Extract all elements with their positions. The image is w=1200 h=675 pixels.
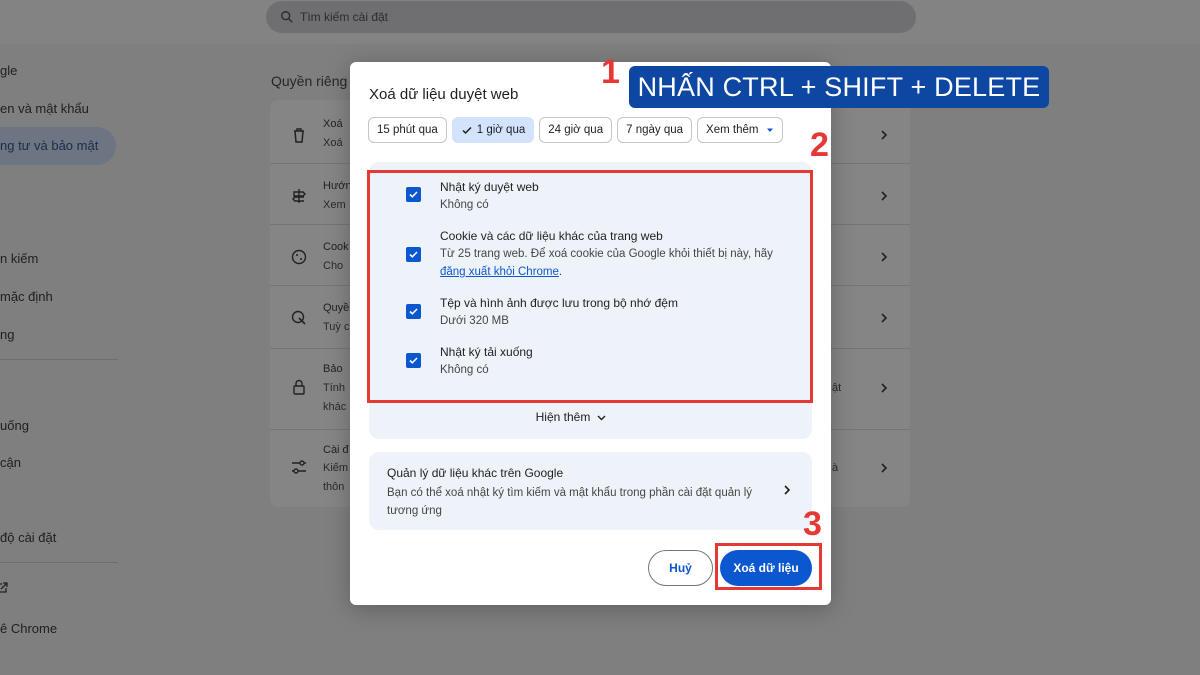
time-range-chips: 15 phút qua 1 giờ qua 24 giờ qua 7 ngày … <box>368 117 784 143</box>
sidebar-item-default-browser[interactable]: mặc định <box>0 289 53 304</box>
search-icon <box>281 11 293 23</box>
trash-icon <box>294 128 304 143</box>
chevron-down-icon <box>597 415 606 420</box>
manage-google-data-row[interactable]: Quản lý dữ liệu khác trên Google Bạn có … <box>369 452 812 530</box>
chip-24-hours[interactable]: 24 giờ qua <box>539 117 613 143</box>
sidebar-item-on-startup[interactable]: ng <box>0 327 14 342</box>
sidebar-item-privacy[interactable]: ng tư và bảo mật <box>0 138 98 153</box>
lock-icon <box>293 379 305 395</box>
sidebar-item-autofill[interactable]: en và mật khẩu <box>0 101 89 116</box>
sidebar-item-search-engine[interactable]: n kiếm <box>0 251 38 266</box>
tune-icon <box>292 460 306 474</box>
shortcut-banner: NHẤN CTRL + SHIFT + DELETE <box>629 66 1049 108</box>
external-link-icon <box>0 582 8 593</box>
caret-down-icon <box>767 128 774 132</box>
signpost-icon <box>292 189 306 203</box>
delete-button-highlight <box>715 543 822 590</box>
sidebar-item-reset[interactable]: độ cài đặt <box>0 530 56 545</box>
bg-row-text-fragment: à <box>832 462 839 474</box>
cookie-icon <box>291 249 307 265</box>
privacy-section-heading: Quyền riêng <box>271 73 348 89</box>
chip-1-hour[interactable]: 1 giờ qua <box>451 117 535 143</box>
bg-row-text-fragment: ật <box>832 382 842 394</box>
cancel-button[interactable]: Huỷ <box>648 550 713 586</box>
step-1-label: 1 <box>601 53 620 91</box>
chevron-right-icon <box>881 191 888 201</box>
sidebar-item-downloads[interactable]: uống <box>0 418 29 433</box>
chevron-right-icon <box>881 130 888 140</box>
dialog-title: Xoá dữ liệu duyệt web <box>369 86 519 103</box>
data-types-highlight <box>367 170 813 403</box>
search-input[interactable]: Tìm kiếm cài đặt <box>266 1 916 33</box>
step-2-label: 2 <box>810 126 829 164</box>
sidebar-item-about-chrome[interactable]: ê Chrome <box>0 621 57 636</box>
settings-header: Tìm kiếm cài đặt <box>0 0 1200 44</box>
chevron-right-icon <box>881 313 888 323</box>
sidebar-item-google[interactable]: gle <box>0 63 17 78</box>
chevron-right-icon <box>881 463 888 473</box>
chevron-right-icon <box>784 485 791 495</box>
chevron-right-icon <box>881 383 888 393</box>
sidebar-item-accessibility[interactable]: cận <box>0 455 21 470</box>
check-icon <box>462 126 472 135</box>
search-placeholder: Tìm kiếm cài đặt <box>300 10 389 24</box>
chip-15-minutes[interactable]: 15 phút qua <box>368 117 447 143</box>
chip-7-days[interactable]: 7 ngày qua <box>617 117 693 143</box>
sidebar-divider <box>0 562 118 563</box>
site-settings-icon <box>291 310 306 325</box>
show-more-button[interactable]: Hiện thêm <box>350 410 793 424</box>
chip-see-more[interactable]: Xem thêm <box>697 117 784 143</box>
sidebar-divider <box>0 359 118 360</box>
step-3-label: 3 <box>803 505 822 543</box>
chevron-right-icon <box>881 252 888 262</box>
